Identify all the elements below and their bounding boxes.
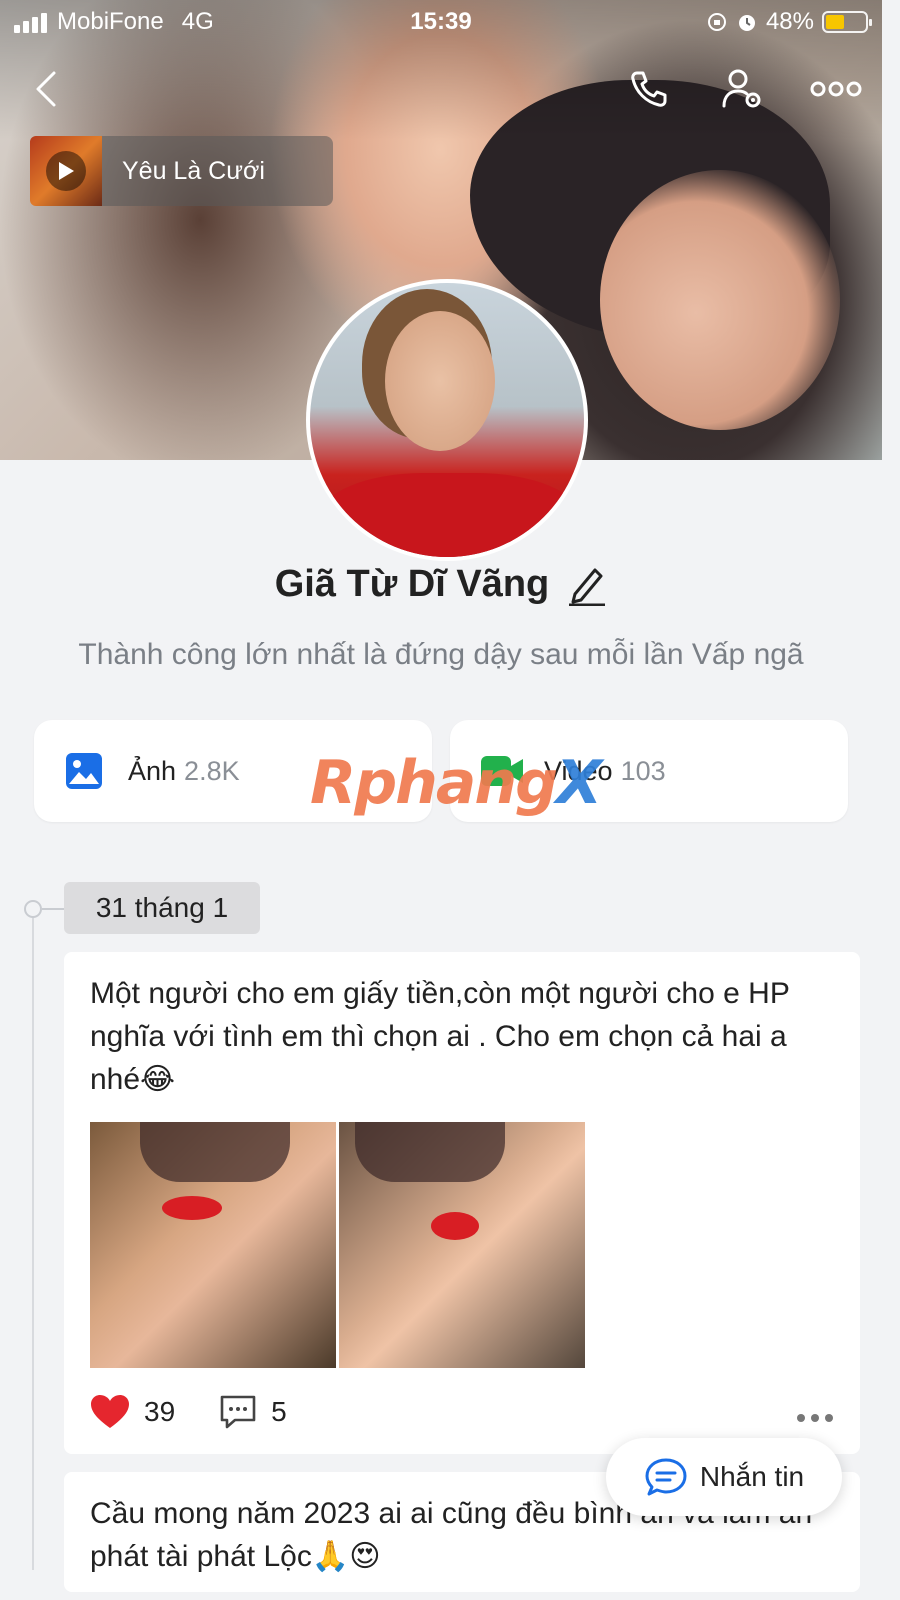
post-photo[interactable] — [339, 1122, 585, 1368]
watermark: RphangX — [310, 748, 602, 818]
image-icon — [66, 753, 102, 789]
avatar-image — [310, 283, 584, 557]
rotation-lock-icon — [707, 13, 726, 31]
more-button[interactable] — [808, 64, 864, 114]
heart-icon — [91, 1395, 129, 1428]
videos-count: 103 — [620, 755, 666, 786]
call-button[interactable] — [624, 64, 674, 114]
post-actions: 39 5 — [90, 1392, 834, 1432]
battery-level — [826, 15, 845, 29]
back-button[interactable] — [22, 64, 72, 114]
comment-count: 5 — [271, 1396, 287, 1427]
photos-count: 2.8K — [184, 755, 240, 786]
like-count: 39 — [144, 1396, 176, 1427]
chat-bubble-icon — [645, 1458, 687, 1496]
music-cover-art — [30, 136, 102, 206]
profile-music[interactable]: Yêu Là Cưới — [30, 136, 333, 206]
profile-name: Giã Từ Dĩ Vãng — [274, 562, 550, 605]
pencil-icon[interactable] — [567, 562, 607, 606]
timeline-connector — [42, 908, 64, 910]
play-icon[interactable] — [46, 151, 86, 191]
battery-percent: 48% — [765, 8, 814, 35]
message-label: Nhắn tin — [699, 1461, 805, 1492]
like-button[interactable]: 39 — [90, 1394, 175, 1430]
alarm-icon — [738, 15, 755, 31]
cover-face — [600, 170, 840, 430]
chevron-left-icon — [36, 71, 56, 107]
battery-icon — [822, 11, 872, 33]
comment-button[interactable]: 5 — [219, 1394, 287, 1430]
timeline-dot — [24, 900, 42, 918]
phone-icon — [631, 71, 667, 107]
timeline-line — [32, 910, 34, 1570]
more-horizontal-icon — [810, 81, 862, 97]
post-more-button[interactable] — [796, 1398, 834, 1430]
status-bar: MobiFone 4G 15:39 48% — [0, 0, 882, 44]
music-title: Yêu Là Cưới — [122, 156, 265, 185]
photos-label: Ảnh — [128, 755, 177, 786]
more-horizontal-icon — [797, 1414, 833, 1422]
post-photos — [90, 1122, 585, 1368]
message-button[interactable]: Nhắn tin — [606, 1438, 842, 1516]
post-card[interactable]: Một người cho em giấy tiền,còn một người… — [64, 952, 860, 1454]
avatar[interactable] — [306, 279, 588, 561]
profile-settings-button[interactable] — [718, 64, 768, 114]
user-settings-icon — [722, 69, 761, 108]
comment-icon — [220, 1395, 256, 1429]
post-photo[interactable] — [90, 1122, 336, 1368]
profile-name-row: Giã Từ Dĩ Vãng — [0, 562, 882, 606]
profile-bio: Thành công lớn nhất là đứng dậy sau mỗi … — [78, 638, 804, 671]
timeline-date: 31 tháng 1 — [64, 882, 260, 934]
post-text: Một người cho em giấy tiền,còn một người… — [90, 977, 790, 1096]
